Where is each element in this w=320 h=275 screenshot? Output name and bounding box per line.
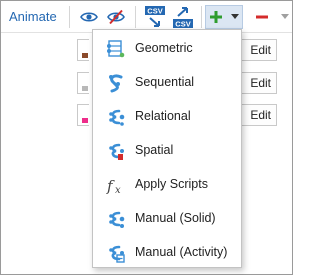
sequential-icon [109, 74, 123, 93]
minus-icon [256, 15, 268, 19]
spatial-icon [109, 143, 124, 160]
menu-item-label: Apply Scripts [135, 177, 208, 191]
edit-button[interactable]: Edit [237, 104, 277, 126]
geometric-icon [107, 40, 125, 58]
hide-button[interactable] [104, 5, 128, 29]
toolbar-overflow-arrow-icon[interactable] [281, 14, 289, 19]
menu-item-label: Geometric [135, 41, 193, 55]
dropdown-arrow-icon[interactable] [231, 14, 239, 20]
eye-icon [80, 12, 98, 22]
panel-frame: Animate CSV CSV Edit Edit Edit Geometric… [0, 0, 293, 275]
svg-text:x: x [115, 185, 121, 195]
menu-item-manual-solid[interactable]: Manual (Solid) [93, 202, 241, 234]
manual-activity-icon [109, 245, 125, 263]
plus-icon [210, 11, 222, 23]
color-swatch-field[interactable] [77, 39, 89, 61]
toolbar-divider [201, 6, 202, 28]
color-swatch-field[interactable] [77, 104, 89, 126]
relational-icon [109, 109, 125, 126]
manual-solid-icon [109, 211, 125, 228]
csv-export-icon: CSV [173, 7, 193, 29]
menu-item-label: Manual (Activity) [135, 245, 228, 259]
eye-hidden-icon [107, 9, 125, 25]
color-swatch-field[interactable] [77, 72, 89, 94]
menu-item-manual-activity[interactable]: Manual (Activity) [93, 236, 241, 268]
menu-item-relational[interactable]: Relational [93, 100, 241, 132]
svg-text:CSV: CSV [147, 7, 162, 16]
menu-item-apply-scripts[interactable]: f x Apply Scripts [93, 168, 241, 200]
show-button[interactable] [77, 5, 101, 29]
add-button[interactable] [205, 5, 243, 29]
edit-button[interactable]: Edit [237, 39, 277, 61]
add-type-dropdown-menu: Geometric Sequential Relational Spatial … [92, 29, 242, 268]
toolbar-divider [135, 6, 136, 28]
menu-item-sequential[interactable]: Sequential [93, 66, 241, 98]
edit-button[interactable]: Edit [237, 72, 277, 94]
menu-item-label: Manual (Solid) [135, 211, 216, 225]
animate-button[interactable]: Animate [9, 9, 57, 24]
color-marker [82, 86, 88, 91]
csv-import-icon: CSV [145, 6, 165, 27]
color-marker [82, 53, 88, 58]
fx-icon: f x [106, 177, 121, 195]
svg-text:f: f [106, 177, 115, 195]
csv-import-button[interactable]: CSV [143, 5, 167, 29]
color-marker [82, 118, 88, 123]
csv-export-button[interactable]: CSV [171, 5, 195, 29]
menu-item-label: Sequential [135, 75, 195, 89]
menu-item-label: Spatial [135, 143, 174, 157]
toolbar-divider [69, 6, 70, 28]
menu-item-spatial[interactable]: Spatial [93, 134, 241, 166]
remove-button[interactable] [252, 5, 272, 29]
menu-item-label: Relational [135, 109, 191, 123]
menu-item-geometric[interactable]: Geometric [93, 32, 241, 64]
svg-text:CSV: CSV [175, 20, 190, 29]
